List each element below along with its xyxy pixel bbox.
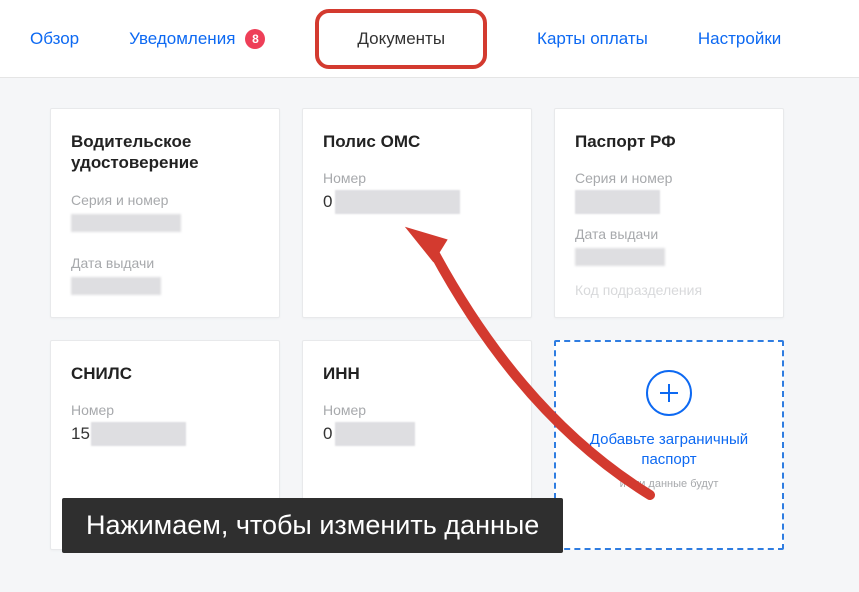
card-title: Паспорт РФ [575,131,763,152]
blurred-value [71,214,181,232]
card-oms[interactable]: Полис ОМС Номер 0 6 [302,108,532,318]
tab-notifications[interactable]: Уведомления 8 [129,29,265,49]
add-card-subtitle: и эти данные будут [610,477,729,491]
field-label: Серия и номер [71,192,259,208]
field-value [575,248,763,268]
field-label: Номер [71,402,259,418]
blurred-value [575,248,665,266]
partial-blurred-value: 0 6 [323,192,432,212]
tab-settings[interactable]: Настройки [698,29,781,49]
tab-documents[interactable]: Документы [315,9,487,69]
add-card-title: Добавьте заграничный паспорт [556,430,782,469]
partial-blurred-value: 15 7 [71,424,166,444]
plus-icon [646,370,692,416]
card-title: ИНН [323,363,511,384]
tab-notifications-label: Уведомления [129,29,235,49]
field-label: Код подразделения [575,282,763,298]
card-add-foreign-passport[interactable]: Добавьте заграничный паспорт и эти данны… [554,340,784,550]
card-title: Водительское удостоверение [71,131,259,174]
cards-grid: Водительское удостоверение Серия и номер… [50,108,809,550]
field-label: Номер [323,402,511,418]
field-value: 0 6 [323,192,511,212]
field-label: Номер [323,170,511,186]
blurred-value [71,277,161,295]
tab-overview[interactable]: Обзор [30,29,79,49]
field-label: Серия и номер [575,170,763,186]
card-passport-rf[interactable]: Паспорт РФ Серия и номер 8 Дата выдачи К… [554,108,784,318]
tab-payment-cards[interactable]: Карты оплаты [537,29,648,49]
field-value [71,214,259,237]
field-label: Дата выдачи [71,255,259,271]
card-driver-license[interactable]: Водительское удостоверение Серия и номер… [50,108,280,318]
annotation-caption: Нажимаем, чтобы изменить данные [62,498,563,553]
field-value: 15 7 [71,424,259,444]
field-value: 0 3 [323,424,511,444]
tabs-bar: Обзор Уведомления 8 Документы Карты опла… [0,0,859,78]
field-label: Дата выдачи [575,226,763,242]
partial-blurred-value: 8 [575,192,651,212]
card-title: Полис ОМС [323,131,511,152]
field-value [71,277,259,300]
field-value: 8 [575,192,763,212]
card-title: СНИЛС [71,363,259,384]
partial-blurred-value: 0 3 [323,424,399,444]
notifications-badge: 8 [245,29,265,49]
